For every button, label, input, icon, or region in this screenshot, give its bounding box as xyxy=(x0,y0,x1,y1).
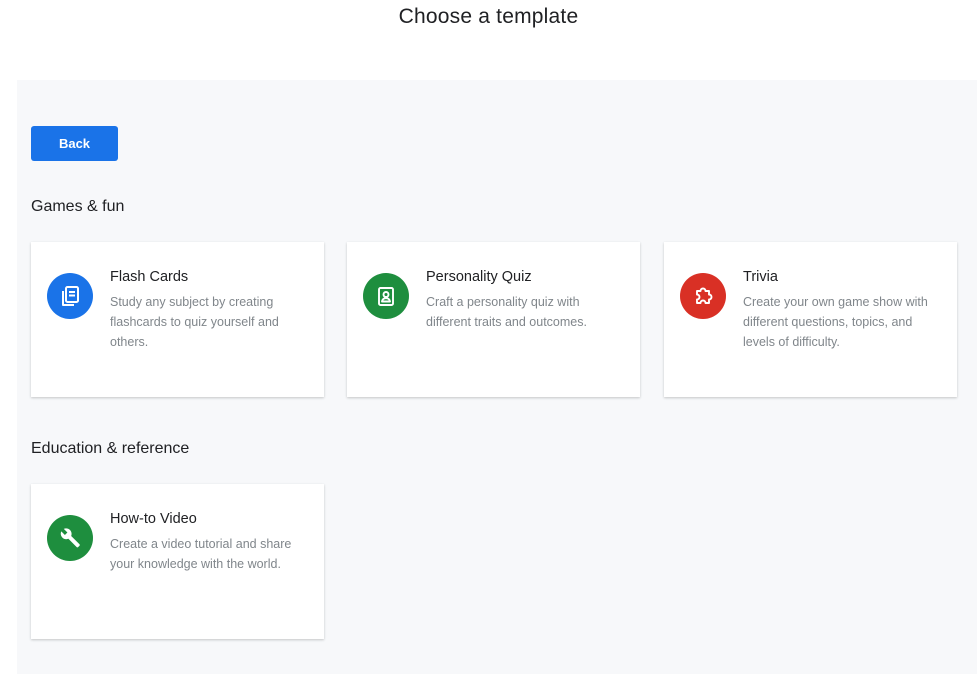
page-title: Choose a template xyxy=(398,5,579,28)
card-description: Craft a personality quiz with different … xyxy=(426,295,587,329)
wrench-icon xyxy=(47,515,93,561)
id-badge-icon xyxy=(363,273,409,319)
template-card-trivia[interactable]: Trivia Create your own game show with di… xyxy=(664,242,957,397)
card-description: Study any subject by creating flashcards… xyxy=(110,295,279,349)
card-description: Create your own game show with different… xyxy=(743,295,928,349)
card-title: How-to Video xyxy=(110,511,197,527)
template-card-flash-cards[interactable]: Flash Cards Study any subject by creatin… xyxy=(31,242,324,397)
template-card-how-to-video[interactable]: How-to Video Create a video tutorial and… xyxy=(31,484,324,639)
card-title: Trivia xyxy=(743,269,778,285)
section-heading-education: Education & reference xyxy=(31,440,190,457)
card-description: Create a video tutorial and share your k… xyxy=(110,537,292,571)
template-card-personality-quiz[interactable]: Personality Quiz Craft a personality qui… xyxy=(347,242,640,397)
flashcards-icon xyxy=(47,273,93,319)
section-heading-games: Games & fun xyxy=(31,198,125,215)
puzzle-icon xyxy=(680,273,726,319)
card-title: Flash Cards xyxy=(110,269,189,285)
back-button[interactable]: Back xyxy=(31,126,118,161)
template-panel: Back Games & fun Flash Cards Study any s… xyxy=(17,80,977,674)
card-title: Personality Quiz xyxy=(426,269,532,285)
